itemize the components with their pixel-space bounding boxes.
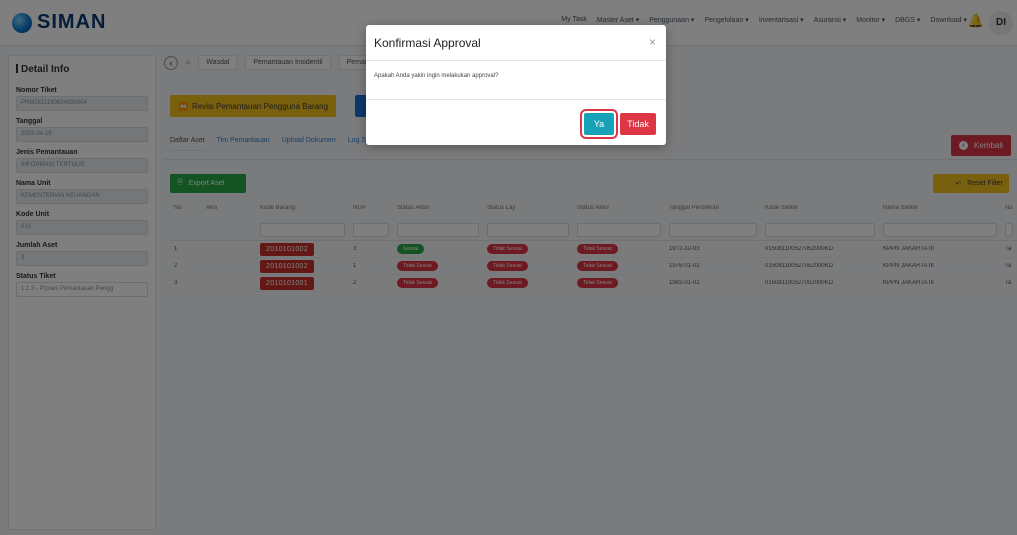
ya-button[interactable]: Ya (580, 109, 618, 139)
tidak-button[interactable]: Tidak (620, 113, 656, 135)
modal-message: Apakah Anda yakin ingin melakukan approv… (374, 73, 499, 79)
modal-header: Konfirmasi Approval × (366, 25, 666, 61)
approval-modal: Konfirmasi Approval × Apakah Anda yakin … (366, 25, 666, 145)
modal-footer: Ya Tidak (366, 99, 666, 145)
close-icon[interactable]: × (649, 35, 656, 49)
modal-title: Konfirmasi Approval (374, 36, 481, 50)
